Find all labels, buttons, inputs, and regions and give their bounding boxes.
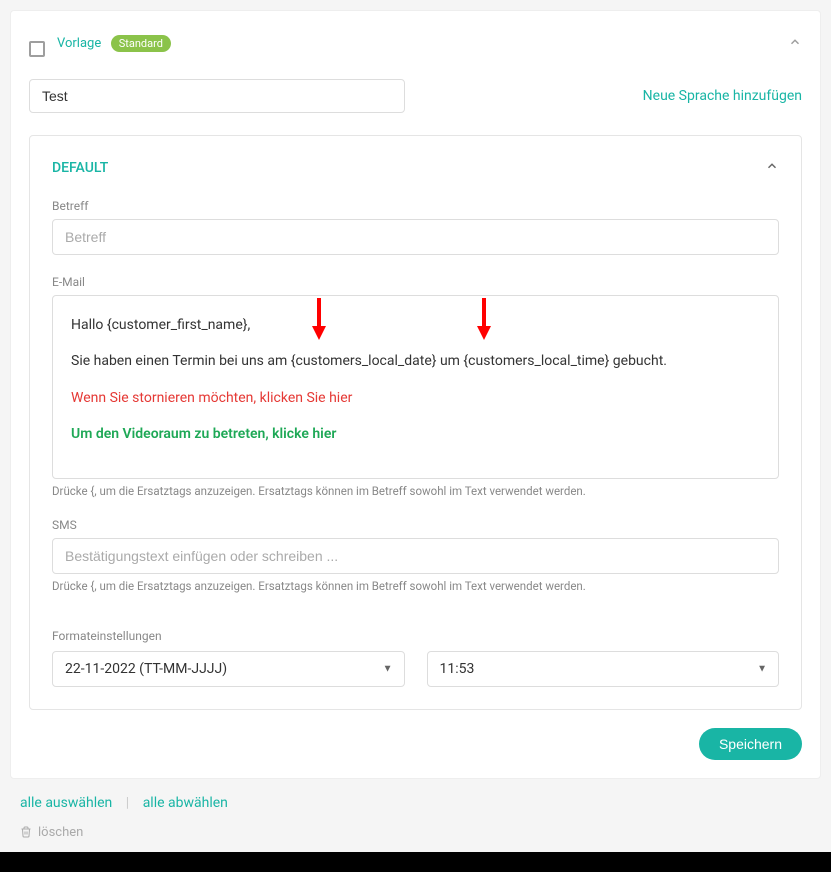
footer-actions: alle auswählen | alle abwählen bbox=[0, 779, 831, 819]
save-button[interactable]: Speichern bbox=[699, 728, 802, 760]
email-hint: Drücke {, um die Ersatztags anzuzeigen. … bbox=[52, 484, 779, 498]
standard-badge: Standard bbox=[111, 35, 171, 52]
sms-label: SMS bbox=[52, 518, 779, 532]
collapse-card-icon[interactable] bbox=[788, 34, 802, 53]
email-editor[interactable]: Hallo {customer_first_name}, Sie haben e… bbox=[52, 295, 779, 479]
email-video-link: Um den Videoraum zu betreten, klicke hie… bbox=[71, 423, 760, 445]
select-template-checkbox[interactable] bbox=[29, 41, 45, 57]
email-greeting: Hallo {customer_first_name}, bbox=[71, 314, 760, 336]
add-language-link[interactable]: Neue Sprache hinzufügen bbox=[643, 88, 802, 104]
trash-icon bbox=[20, 825, 32, 839]
delete-link[interactable]: löschen bbox=[0, 819, 831, 840]
sms-hint: Drücke {, um die Ersatztags anzuzeigen. … bbox=[52, 579, 779, 593]
template-card: Vorlage Standard Neue Sprache hinzufügen… bbox=[10, 10, 821, 779]
subject-label: Betreff bbox=[52, 199, 779, 213]
email-body: Sie haben einen Termin bei uns am {custo… bbox=[71, 350, 760, 372]
panel-title: DEFAULT bbox=[52, 160, 108, 176]
email-cancel-link: Wenn Sie stornieren möchten, klicken Sie… bbox=[71, 387, 760, 409]
sms-input[interactable] bbox=[52, 538, 779, 574]
delete-label: löschen bbox=[38, 825, 83, 840]
card-header: Vorlage Standard bbox=[29, 29, 802, 57]
email-label: E-Mail bbox=[52, 275, 779, 289]
date-format-select[interactable]: 22-11-2022 (TT-MM-JJJJ) bbox=[52, 651, 405, 687]
template-label: Vorlage bbox=[57, 36, 101, 51]
subject-input[interactable] bbox=[52, 219, 779, 255]
select-all-link[interactable]: alle auswählen bbox=[20, 795, 112, 811]
collapse-panel-icon[interactable] bbox=[765, 158, 779, 177]
default-language-panel: DEFAULT Betreff E-Mail Hallo {customer_f… bbox=[29, 135, 802, 710]
deselect-all-link[interactable]: alle abwählen bbox=[143, 795, 228, 811]
template-name-input[interactable] bbox=[29, 79, 405, 113]
format-label: Formateinstellungen bbox=[52, 629, 779, 643]
time-format-select[interactable]: 11:53 bbox=[427, 651, 780, 687]
